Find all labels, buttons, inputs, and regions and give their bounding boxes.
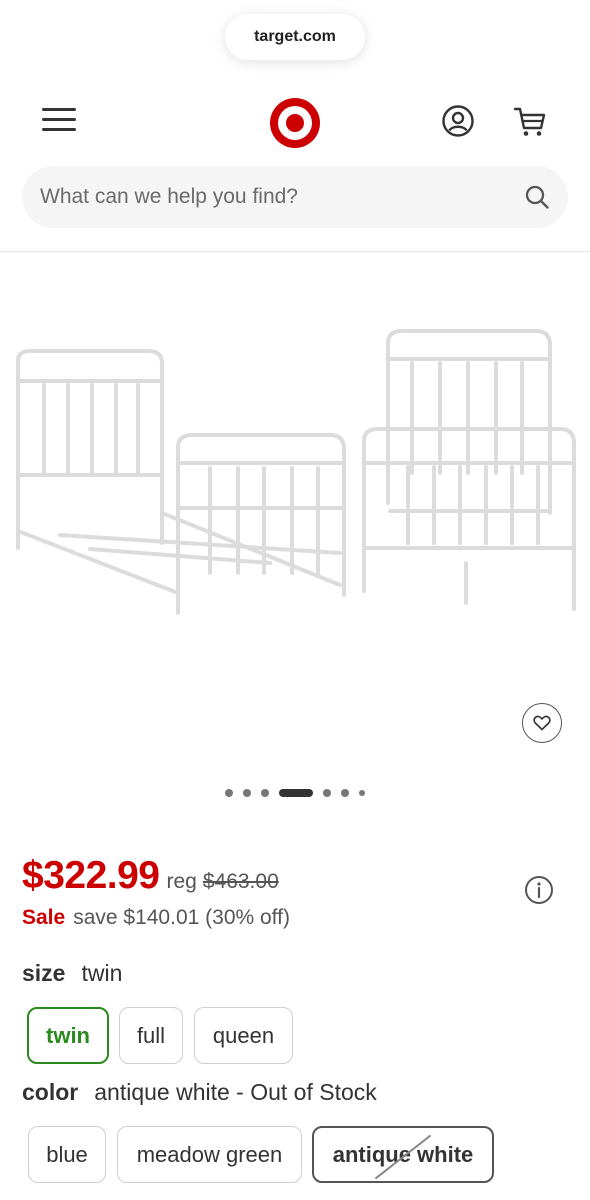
gallery-dot[interactable] [359,790,365,796]
heart-icon [533,715,551,731]
size-option-full[interactable]: full [119,1007,183,1064]
target-logo[interactable] [268,96,322,150]
color-option-antique-white[interactable]: antique white [312,1126,494,1183]
color-heading: color antique white - Out of Stock [22,1079,377,1106]
sale-badge: Sale [22,906,66,929]
sale-row: Sale save $140.01 (30% off) [22,906,290,930]
product-image-metal-bed [16,329,576,615]
search-input[interactable] [40,185,524,209]
size-selected-value: twin [81,960,123,986]
size-option-twin[interactable]: twin [27,1007,109,1064]
price-row: $322.99 reg $463.00 [22,854,279,898]
cart-icon[interactable] [512,104,548,138]
gallery-dot[interactable] [261,789,269,797]
search-icon[interactable] [524,184,550,210]
size-heading: size twin [22,960,122,987]
color-selected-value: antique white - Out of Stock [94,1079,377,1105]
regular-price: $463.00 [202,870,279,893]
site-header [0,0,590,252]
size-option-queen[interactable]: queen [194,1007,293,1064]
hamburger-menu-icon[interactable] [42,108,76,136]
gallery-dot[interactable] [323,789,331,797]
size-label: size [22,960,66,986]
color-label: color [22,1079,79,1105]
color-option-meadow-green[interactable]: meadow green [117,1126,302,1183]
sale-price: $322.99 [22,854,160,897]
gallery-dot[interactable] [225,789,233,797]
savings-text: save $140.01 (30% off) [73,906,290,929]
search-bar[interactable] [22,166,568,228]
product-image-gallery[interactable] [0,253,590,773]
color-option-blue[interactable]: blue [28,1126,106,1183]
gallery-dot[interactable] [243,789,251,797]
reg-label: reg [166,870,197,893]
gallery-dot-active[interactable] [279,789,313,797]
gallery-pagination [0,786,590,800]
info-icon[interactable] [524,875,554,905]
favorite-button[interactable] [522,703,562,743]
account-icon[interactable] [441,104,475,138]
gallery-dot[interactable] [341,789,349,797]
